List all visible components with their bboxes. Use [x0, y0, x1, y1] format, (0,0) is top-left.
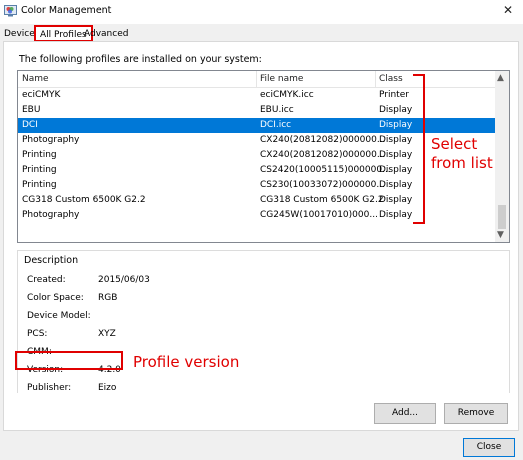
scroll-up-arrow-icon[interactable]: ▲ [497, 73, 504, 83]
profile-file-name: CS2420(10005115)000000... [260, 165, 391, 175]
profile-file-name: CS230(10033072)000000... [260, 180, 385, 190]
profile-file-name: DCI.icc [260, 120, 292, 130]
pcs-value: XYZ [98, 329, 116, 339]
profile-name: EBU [22, 105, 41, 115]
publisher-label: Publisher: [27, 383, 72, 393]
pcs-label: PCS: [27, 329, 48, 339]
profile-name: Photography [22, 210, 80, 220]
description-group: Description Created: 2015/06/03 Color Sp… [17, 250, 510, 393]
profile-class: Display [379, 195, 413, 205]
color-management-icon [4, 5, 17, 17]
tab-strip: Devices All Profiles Advanced [0, 24, 523, 42]
profile-file-name: CX240(20812082)000000... [260, 150, 386, 160]
profile-file-name: CG318 Custom 6500K G2.2 [260, 195, 384, 205]
profile-name: Printing [22, 180, 57, 190]
column-divider[interactable] [256, 71, 257, 87]
column-header-name[interactable]: Name [22, 74, 49, 84]
profiles-intro-text: The following profiles are installed on … [19, 54, 262, 65]
tab-panel: The following profiles are installed on … [3, 41, 519, 431]
profile-class: Display [379, 180, 413, 190]
profile-file-name: eciCMYK.icc [260, 90, 314, 100]
profile-file-name: CG245W(10017010)000... [260, 210, 378, 220]
profile-class: Display [379, 105, 413, 115]
close-button-label: Close [476, 442, 502, 452]
column-header-class[interactable]: Class [379, 74, 403, 84]
tab-advanced[interactable]: Advanced [84, 27, 128, 42]
profile-class: Display [379, 135, 413, 145]
add-button-label: Add... [391, 408, 418, 418]
created-value: 2015/06/03 [98, 275, 150, 285]
color-space-value: RGB [98, 293, 118, 303]
close-icon[interactable]: ✕ [503, 3, 513, 17]
profile-version-annotation: Profile version [133, 353, 240, 371]
remove-button-label: Remove [457, 408, 495, 418]
created-label: Created: [27, 275, 66, 285]
scroll-down-arrow-icon[interactable]: ▼ [497, 230, 504, 240]
profile-class: Display [379, 165, 413, 175]
column-header-file-name[interactable]: File name [260, 74, 303, 84]
profile-file-name: CX240(20812082)000000... [260, 135, 386, 145]
add-button[interactable]: Add... [374, 403, 436, 424]
column-divider[interactable] [375, 71, 376, 87]
profile-name: CG318 Custom 6500K G2.2 [22, 195, 146, 205]
color-space-label: Color Space: [27, 293, 84, 303]
profile-file-name: EBU.icc [260, 105, 294, 115]
profile-class: Display [379, 120, 413, 130]
profile-name: Photography [22, 135, 80, 145]
close-button[interactable]: Close [463, 438, 515, 457]
profile-name: Printing [22, 165, 57, 175]
annotation-line: Select [431, 135, 478, 153]
profile-class: Printer [379, 90, 409, 100]
select-from-list-annotation: Select from list [431, 135, 511, 173]
description-legend: Description [24, 255, 79, 266]
publisher-value: Eizo [98, 383, 117, 393]
window-title: Color Management [21, 5, 112, 16]
annotation-line: from list [431, 154, 493, 172]
profile-class: Display [379, 210, 413, 220]
title-bar: Color Management ✕ [0, 0, 523, 24]
device-model-label: Device Model: [27, 311, 91, 321]
profile-name: Printing [22, 150, 57, 160]
select-from-list-bracket [413, 74, 425, 224]
scroll-thumb[interactable] [498, 205, 506, 229]
remove-button[interactable]: Remove [444, 403, 508, 424]
version-highlight-box [15, 351, 123, 370]
profile-name: DCI [22, 120, 38, 130]
profile-name: eciCMYK [22, 90, 61, 100]
profile-class: Display [379, 150, 413, 160]
